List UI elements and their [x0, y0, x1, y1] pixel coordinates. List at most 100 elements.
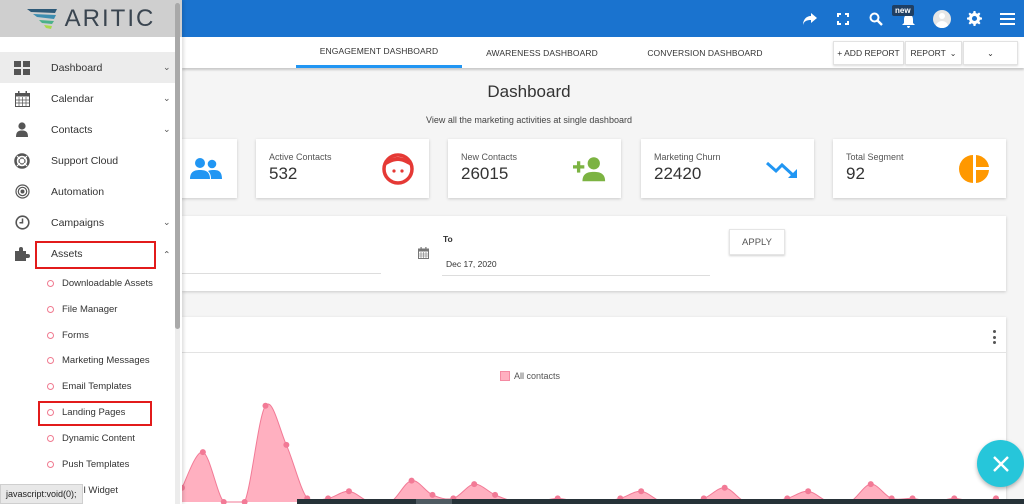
- menu-icon: [1000, 12, 1015, 25]
- sidebar-item-label: Dashboard: [51, 61, 103, 74]
- apply-button[interactable]: APPLY: [729, 229, 785, 255]
- data-point[interactable]: [429, 491, 436, 498]
- sidebar-item-calendar[interactable]: Calendar ⌄: [0, 83, 178, 114]
- sidebar-subitem-email-templates[interactable]: Email Templates: [0, 373, 178, 399]
- sidebar-subitem-label: File Manager: [62, 303, 118, 315]
- clock-icon: [13, 214, 31, 232]
- circle-icon: [47, 460, 54, 468]
- logo[interactable]: ARITIC: [0, 0, 182, 37]
- chevron-down-icon: ⌄: [949, 48, 957, 58]
- data-point[interactable]: [408, 477, 415, 484]
- stat-card-marketing-churn[interactable]: Marketing Churn 22420: [641, 139, 814, 198]
- avatar-icon: [932, 9, 951, 28]
- notification-badge: new: [892, 5, 914, 16]
- sidebar-item-support-cloud[interactable]: Support Cloud: [0, 145, 178, 176]
- users-icon: [189, 152, 223, 186]
- stat-value: 92: [846, 164, 865, 183]
- sidebar-subitem-label: Forms: [62, 329, 89, 341]
- series-area-all-contacts: [182, 404, 996, 502]
- sidebar-item-label: Automation: [51, 185, 105, 198]
- settings-button[interactable]: [958, 0, 991, 37]
- sidebar-subitem-dynamic-content[interactable]: Dynamic Content: [0, 425, 178, 451]
- search-button[interactable]: [859, 0, 892, 37]
- target-icon: [13, 183, 31, 201]
- chevron-down-icon: ⌄: [163, 62, 171, 72]
- chevron-down-icon: ⌄: [163, 217, 171, 227]
- share-icon: [802, 12, 817, 25]
- dashboard-icon: [13, 59, 31, 77]
- menu-button[interactable]: [991, 0, 1024, 37]
- sidebar-subitem-file-manager[interactable]: File Manager: [0, 296, 178, 322]
- to-date-label: To: [443, 234, 453, 244]
- stat-label: Total Segment: [846, 152, 904, 162]
- report-dropdown-label: REPORT: [910, 48, 946, 58]
- data-point[interactable]: [345, 488, 352, 495]
- bottom-horizontal-scrollbar[interactable]: [297, 499, 1024, 504]
- circle-icon: [47, 305, 54, 313]
- data-point[interactable]: [867, 481, 874, 488]
- sidebar-item-campaigns[interactable]: Campaigns ⌄: [0, 207, 178, 238]
- chevron-down-icon: ⌄: [163, 93, 171, 103]
- page-subtitle: View all the marketing activities at sin…: [426, 115, 632, 125]
- stat-card-new-contacts[interactable]: New Contacts 26015: [448, 139, 621, 198]
- date-filter-card: To Dec 17, 2020 APPLY: [182, 216, 1006, 291]
- close-icon: [992, 455, 1009, 472]
- chevron-down-icon: ⌄: [987, 48, 994, 58]
- sidebar-subitem-label: Downloadable Assets: [62, 277, 153, 289]
- fullscreen-button[interactable]: [826, 0, 859, 37]
- report-dropdown[interactable]: REPORT ⌄: [905, 41, 962, 65]
- tab-conversion-dashboard[interactable]: CONVERSION DASHBOARD: [632, 37, 778, 68]
- stat-value: 532: [269, 164, 298, 183]
- extra-dropdown[interactable]: ⌄: [963, 41, 1018, 65]
- sidebar-subitem-marketing-messages[interactable]: Marketing Messages: [0, 347, 178, 373]
- user-avatar-button[interactable]: [925, 0, 958, 37]
- sidebar-subitem-downloadable-assets[interactable]: Downloadable Assets: [0, 270, 178, 296]
- tab-engagement-dashboard[interactable]: ENGAGEMENT DASHBOARD: [296, 37, 462, 68]
- data-point[interactable]: [492, 491, 499, 498]
- sidebar-subitem-label: Push Templates: [62, 458, 130, 470]
- sidebar-item-label: Campaigns: [51, 216, 105, 229]
- data-point[interactable]: [199, 449, 206, 456]
- stat-value: 26015: [461, 164, 509, 183]
- search-icon: [869, 12, 883, 26]
- pie-chart-icon: [958, 152, 992, 186]
- data-point[interactable]: [471, 481, 478, 488]
- data-point[interactable]: [721, 484, 728, 491]
- sidebar-subitem-label: Marketing Messages: [62, 354, 150, 366]
- add-user-icon: [573, 152, 607, 186]
- add-report-button[interactable]: + ADD REPORT: [833, 41, 904, 65]
- contact-icon: [13, 121, 31, 139]
- lifebuoy-icon: [13, 152, 31, 170]
- bottom-scroll-thumb[interactable]: [416, 499, 452, 504]
- stat-card-total-segment[interactable]: Total Segment 92: [833, 139, 1006, 198]
- data-point[interactable]: [805, 488, 812, 495]
- chart-header-divider: [182, 352, 1006, 353]
- page-title: Dashboard: [487, 82, 571, 101]
- data-point[interactable]: [262, 402, 269, 409]
- face-icon: [381, 152, 415, 186]
- sidebar-subitem-push-templates[interactable]: Push Templates: [0, 451, 178, 477]
- sidebar-subitem-label: Dynamic Content: [62, 432, 135, 444]
- data-point[interactable]: [283, 441, 290, 448]
- share-button[interactable]: [793, 0, 826, 37]
- data-point[interactable]: [638, 488, 645, 495]
- notifications-button[interactable]: new: [892, 0, 925, 37]
- chevron-down-icon: ⌄: [163, 124, 171, 134]
- from-date-input[interactable]: [182, 273, 381, 274]
- stat-label: Active Contacts: [269, 152, 332, 162]
- trending-down-icon: [766, 152, 800, 186]
- sidebar-item-contacts[interactable]: Contacts ⌄: [0, 114, 178, 145]
- contacts-chart-card: All contacts: [182, 317, 1006, 504]
- more-options-icon[interactable]: [992, 330, 996, 344]
- landing-pages-highlight-box: [38, 401, 152, 426]
- sidebar-subitem-forms[interactable]: Forms: [0, 322, 178, 348]
- gear-icon: [967, 11, 982, 26]
- tab-awareness-dashboard[interactable]: AWARENESS DASHBOARD: [472, 37, 612, 68]
- sidebar-item-automation[interactable]: Automation: [0, 176, 178, 207]
- close-fab-button[interactable]: [977, 440, 1024, 487]
- sidebar-item-dashboard[interactable]: Dashboard ⌄: [0, 52, 178, 83]
- stat-card-active-contacts[interactable]: Active Contacts 532: [256, 139, 429, 198]
- to-date-input[interactable]: Dec 17, 2020: [446, 259, 497, 269]
- stat-value: 22420: [654, 164, 702, 183]
- sidebar-scrollbar[interactable]: [175, 3, 180, 329]
